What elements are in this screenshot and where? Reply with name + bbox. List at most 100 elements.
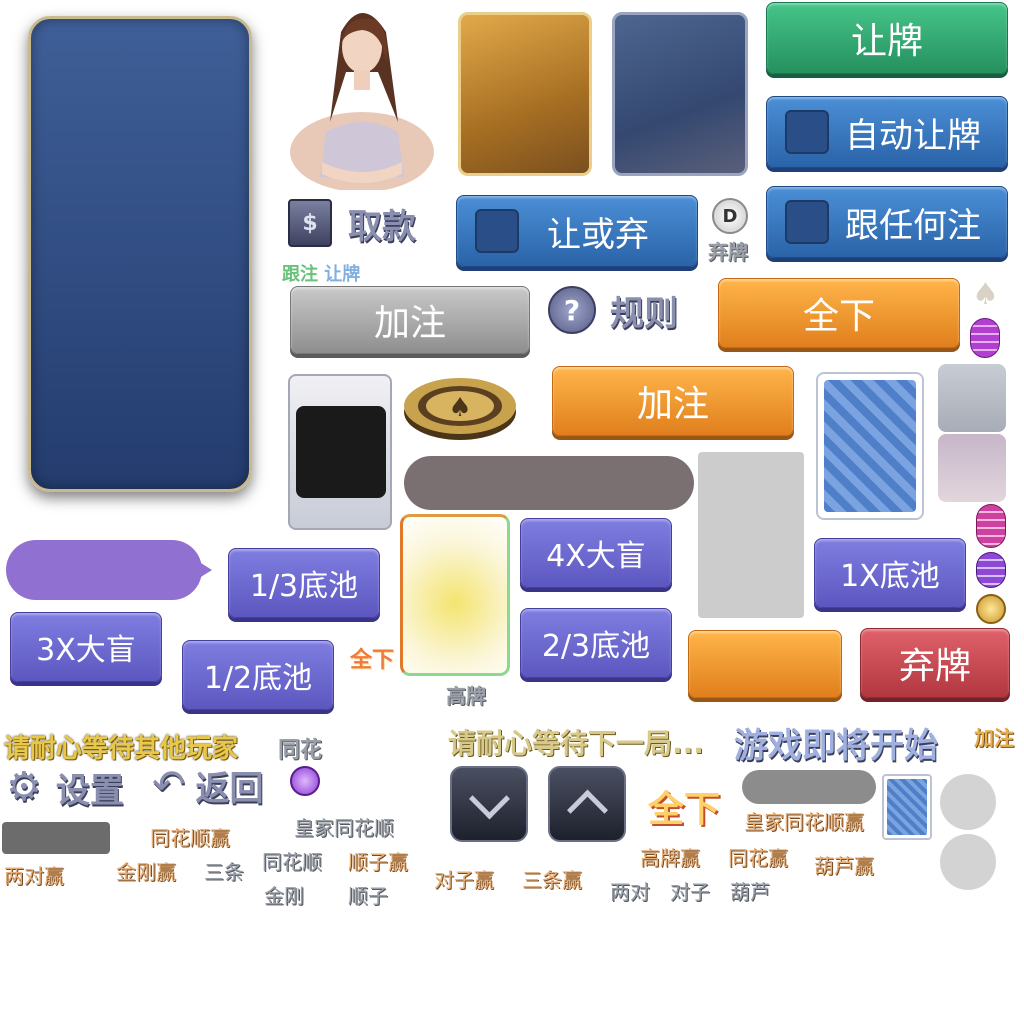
fold-button[interactable]: 弃牌 — [860, 628, 1010, 698]
purple-chip-stack-icon — [970, 318, 1000, 358]
follow-check-labels: 跟注 让牌 — [282, 260, 360, 286]
all-in-big-text: 全下 — [648, 789, 721, 830]
table-panel — [28, 16, 252, 492]
purple-chip-icon — [290, 766, 320, 796]
svg-text:♠: ♠ — [448, 393, 471, 423]
raise-button[interactable]: 加注 — [552, 366, 794, 436]
two-pair-win-label: 两对赢 — [4, 864, 64, 888]
third-pot-label: 1/3底池 — [249, 569, 359, 604]
check-or-fold-label: 让或弃 — [547, 214, 649, 255]
raise-disabled-label: 加注 — [373, 303, 446, 344]
check-or-fold-checkbox[interactable] — [475, 209, 519, 253]
check-small-label: 让牌 — [324, 264, 361, 285]
wait-others-text: 请耐心等待其他玩家 — [4, 734, 239, 764]
straight-label: 顺子 — [348, 884, 388, 908]
follow-small-label: 跟注 — [282, 264, 318, 285]
third-pot-button[interactable]: 1/3底池 — [228, 548, 380, 618]
straight-flush-win-label: 同花顺赢 — [150, 826, 230, 850]
highlight-card — [400, 514, 510, 676]
fold-small-label: 弃牌 — [708, 240, 748, 264]
dealer-chip-icon: D — [712, 198, 748, 234]
empty-seat-icon — [940, 774, 996, 830]
spade-icon: ♠ — [972, 277, 999, 312]
rules-label: 规则 — [610, 293, 678, 334]
wait-next-text: 请耐心等待下一局... — [448, 727, 704, 760]
gold-chip-icon — [976, 594, 1006, 624]
straight-win-label: 顺子赢 — [348, 850, 408, 874]
two-pair-label: 两对 — [610, 880, 650, 904]
message-bar — [404, 456, 694, 510]
mauve-tile — [938, 434, 1006, 502]
card-back — [816, 372, 924, 520]
cash-register-icon: $ — [288, 199, 332, 247]
fold-label: 弃牌 — [898, 646, 971, 687]
auto-check-toggle[interactable]: 自动让牌 — [766, 96, 1008, 168]
auto-check-label: 自动让牌 — [845, 115, 981, 156]
call-any-label: 跟任何注 — [845, 205, 981, 246]
rules-button[interactable]: ? 规则 — [548, 284, 688, 336]
four-x-blind-button[interactable]: 4X大盲 — [520, 518, 672, 588]
one-x-pot-button[interactable]: 1X底池 — [814, 538, 966, 608]
check-button[interactable]: 让牌 — [766, 2, 1008, 74]
dealer-avatar — [286, 2, 442, 192]
settings-button[interactable]: ⚙ 设置 — [6, 764, 146, 811]
slot-screen — [296, 406, 386, 498]
raise-disabled-button[interactable]: 加注 — [290, 286, 530, 354]
gray-tile — [938, 364, 1006, 432]
game-start-text: 游戏即将开始 — [734, 726, 938, 766]
pink-chip-stack-icon — [976, 504, 1006, 548]
raise-label: 加注 — [636, 384, 709, 425]
withdraw-button[interactable]: $ 取款 — [288, 198, 424, 248]
auto-check-checkbox[interactable] — [785, 110, 829, 154]
half-pot-label: 1/2底池 — [203, 661, 313, 696]
all-in-label: 全下 — [802, 296, 875, 337]
chat-bubble-tail — [196, 560, 212, 580]
back-label: 返回 — [195, 768, 264, 809]
call-any-checkbox[interactable] — [785, 200, 829, 244]
one-x-pot-label: 1X底池 — [840, 559, 940, 594]
royal-flush-win-label: 皇家同花顺赢 — [744, 810, 864, 834]
poker-chip-icon: ♠ — [402, 372, 518, 442]
half-pot-button[interactable]: 1/2底池 — [182, 640, 334, 710]
settings-label: 设置 — [55, 770, 124, 811]
expand-button[interactable] — [548, 766, 626, 842]
help-icon: ? — [548, 286, 596, 334]
small-card-back — [882, 774, 932, 840]
check-or-fold-toggle[interactable]: 让或弃 — [456, 195, 698, 267]
pair-label: 对子 — [670, 880, 710, 904]
two-thirds-pot-button[interactable]: 2/3底池 — [520, 608, 672, 678]
withdraw-label: 取款 — [348, 206, 416, 247]
all-in-small-label: 全下 — [350, 648, 395, 673]
gear-icon: ⚙ — [6, 764, 42, 810]
check-button-label: 让牌 — [850, 21, 923, 62]
raise-small-label: 加注 — [974, 726, 1014, 750]
flush-win-label: 同花赢 — [728, 846, 788, 870]
chevron-down-icon — [468, 777, 510, 819]
gray-pill — [742, 770, 876, 804]
high-card-small-label: 高牌 — [446, 684, 486, 708]
slate-panel — [612, 12, 748, 176]
chat-bubble — [6, 540, 202, 600]
chevron-up-icon — [566, 789, 608, 831]
full-house-win-label: 葫芦赢 — [814, 854, 874, 878]
full-house-label: 葫芦 — [730, 880, 770, 904]
call-any-toggle[interactable]: 跟任何注 — [766, 186, 1008, 258]
trips-label: 三条 — [204, 860, 244, 884]
collapse-button[interactable] — [450, 766, 528, 842]
flush-top-label: 同花 — [278, 738, 323, 763]
royal-flush-label: 皇家同花顺 — [294, 816, 394, 840]
high-card-win-label: 高牌赢 — [640, 846, 700, 870]
four-x-blind-label: 4X大盲 — [546, 539, 646, 574]
pair-win-label: 对子赢 — [434, 868, 494, 892]
gray-placeholder — [698, 452, 804, 618]
back-button[interactable]: ↶ 返回 — [152, 762, 292, 809]
empty-seat-icon-2 — [940, 834, 996, 890]
trips-win-label: 三条赢 — [522, 868, 582, 892]
quads-label: 金刚 — [264, 884, 304, 908]
quads-win-label: 金刚赢 — [116, 860, 176, 884]
three-x-blind-button[interactable]: 3X大盲 — [10, 612, 162, 682]
gray-bar — [2, 822, 110, 854]
all-in-button[interactable]: 全下 — [718, 278, 960, 348]
back-arrow-icon: ↶ — [152, 762, 186, 808]
two-thirds-pot-label: 2/3底池 — [541, 629, 651, 664]
